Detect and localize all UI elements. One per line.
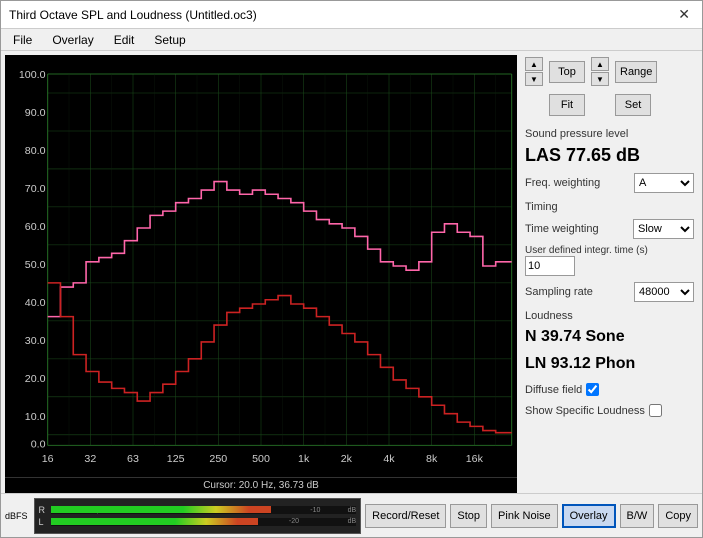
svg-text:500: 500 xyxy=(252,453,270,465)
bottom-bar: dBFS R -90 | -60 -30 -10 dB xyxy=(1,493,702,537)
integr-time-input[interactable] xyxy=(525,256,575,276)
dbfs-label: dBFS xyxy=(5,511,28,521)
integr-time-row: User defined integr. time (s) xyxy=(525,245,694,276)
sampling-rate-select[interactable]: 48000 44100 96000 xyxy=(634,282,694,302)
svg-text:16: 16 xyxy=(42,453,54,465)
sampling-rate-label: Sampling rate xyxy=(525,286,593,298)
top-range-controls: ▲ ▼ Top ▲ ▼ Range xyxy=(525,57,694,86)
menu-edit[interactable]: Edit xyxy=(110,32,139,48)
fit-button[interactable]: Fit xyxy=(549,94,585,116)
show-specific-label: Show Specific Loudness xyxy=(525,405,645,417)
level-meter: R -90 | -60 -30 -10 dB L xyxy=(34,498,362,534)
menu-setup[interactable]: Setup xyxy=(150,32,189,48)
menu-overlay[interactable]: Overlay xyxy=(48,32,97,48)
svg-text:100.0: 100.0 xyxy=(19,69,46,81)
fit-set-controls: Fit Set xyxy=(525,94,694,116)
stop-button[interactable]: Stop xyxy=(450,504,487,528)
svg-text:20.0: 20.0 xyxy=(25,373,46,385)
l-meter-row: L -80 -60 -40 -20 dB xyxy=(39,516,357,528)
diffuse-field-label: Diffuse field xyxy=(525,384,582,396)
svg-text:80.0: 80.0 xyxy=(25,145,46,157)
spl-section-label: Sound pressure level xyxy=(525,128,694,140)
top-button[interactable]: Top xyxy=(549,61,585,83)
r-label: R xyxy=(39,505,49,515)
pink-noise-button[interactable]: Pink Noise xyxy=(491,504,558,528)
integr-time-label: User defined integr. time (s) xyxy=(525,245,648,256)
l-label: L xyxy=(39,517,49,527)
r-meter-row: R -90 | -60 -30 -10 dB xyxy=(39,504,357,516)
top-up-button[interactable]: ▲ xyxy=(525,57,543,71)
svg-text:8k: 8k xyxy=(426,453,438,465)
svg-text:63: 63 xyxy=(127,453,139,465)
cursor-info: Cursor: 20.0 Hz, 36.73 dB xyxy=(5,477,517,493)
set-button[interactable]: Set xyxy=(615,94,651,116)
right-panel: ▲ ▼ Top ▲ ▼ Range Fit Set Sound pressure… xyxy=(517,51,702,493)
range-button[interactable]: Range xyxy=(615,61,657,83)
r-meter-bar: -90 | -60 -30 -10 dB xyxy=(51,506,357,514)
chart-svg: 100.0 90.0 80.0 70.0 60.0 50.0 40.0 30.0… xyxy=(5,55,517,477)
top-down-button[interactable]: ▼ xyxy=(525,72,543,86)
svg-text:1k: 1k xyxy=(298,453,310,465)
menu-bar: File Overlay Edit Setup xyxy=(1,29,702,51)
sampling-rate-row: Sampling rate 48000 44100 96000 xyxy=(525,282,694,302)
svg-text:16k: 16k xyxy=(466,453,484,465)
loudness-value1: N 39.74 Sone xyxy=(525,326,694,348)
timing-label: Timing xyxy=(525,201,694,213)
diffuse-field-row: Diffuse field xyxy=(525,383,694,396)
svg-text:90.0: 90.0 xyxy=(25,107,46,119)
svg-text:0.0: 0.0 xyxy=(31,439,46,451)
top-arrows: ▲ ▼ xyxy=(525,57,543,86)
show-specific-row: Show Specific Loudness xyxy=(525,404,694,417)
range-down-button[interactable]: ▼ xyxy=(591,72,609,86)
svg-text:70.0: 70.0 xyxy=(25,183,46,195)
svg-text:4k: 4k xyxy=(383,453,395,465)
show-specific-checkbox[interactable] xyxy=(649,404,662,417)
copy-button[interactable]: Copy xyxy=(658,504,698,528)
title-bar: Third Octave SPL and Loudness (Untitled.… xyxy=(1,1,702,29)
range-up-button[interactable]: ▲ xyxy=(591,57,609,71)
svg-text:32: 32 xyxy=(84,453,96,465)
loudness-value2: LN 93.12 Phon xyxy=(525,353,694,375)
freq-weighting-select[interactable]: A B C Z xyxy=(634,173,694,193)
svg-text:60.0: 60.0 xyxy=(25,221,46,233)
main-window: Third Octave SPL and Loudness (Untitled.… xyxy=(0,0,703,538)
time-weighting-select[interactable]: Slow Fast Impulse xyxy=(633,219,694,239)
svg-text:2k: 2k xyxy=(341,453,353,465)
close-button[interactable]: ✕ xyxy=(674,6,694,23)
loudness-label: Loudness xyxy=(525,310,694,322)
svg-text:10.0: 10.0 xyxy=(25,411,46,423)
time-weighting-row: Time weighting Slow Fast Impulse xyxy=(525,219,694,239)
freq-weighting-row: Freq. weighting A B C Z xyxy=(525,173,694,193)
main-content: dB Third octave SPL ARTA xyxy=(1,51,702,493)
svg-text:40.0: 40.0 xyxy=(25,297,46,309)
svg-text:250: 250 xyxy=(209,453,227,465)
range-arrows: ▲ ▼ xyxy=(591,57,609,86)
bw-button[interactable]: B/W xyxy=(620,504,655,528)
record-reset-button[interactable]: Record/Reset xyxy=(365,504,446,528)
chart-area: dB Third octave SPL ARTA xyxy=(5,55,517,493)
svg-text:50.0: 50.0 xyxy=(25,259,46,271)
diffuse-field-checkbox[interactable] xyxy=(586,383,599,396)
window-title: Third Octave SPL and Loudness (Untitled.… xyxy=(9,8,257,22)
spl-value: LAS 77.65 dB xyxy=(525,144,694,167)
chart-canvas: dB Third octave SPL ARTA xyxy=(5,55,517,477)
time-weighting-label: Time weighting xyxy=(525,223,599,235)
svg-text:30.0: 30.0 xyxy=(25,335,46,347)
freq-weighting-label: Freq. weighting xyxy=(525,177,600,189)
overlay-button[interactable]: Overlay xyxy=(562,504,616,528)
menu-file[interactable]: File xyxy=(9,32,36,48)
svg-text:125: 125 xyxy=(167,453,185,465)
l-meter-bar: -80 -60 -40 -20 dB xyxy=(51,518,357,526)
